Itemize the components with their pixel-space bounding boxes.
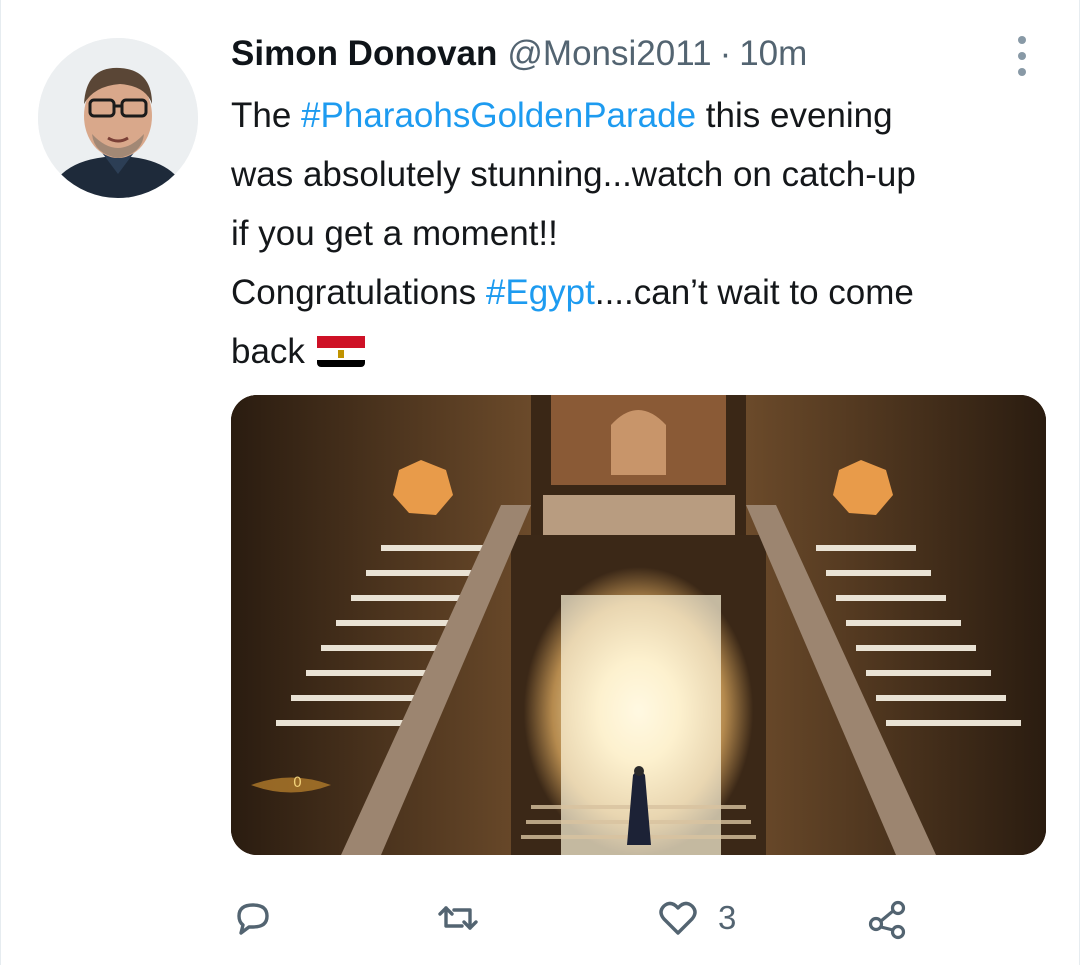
timestamp[interactable]: 10m: [739, 34, 807, 74]
author-name[interactable]: Simon Donovan: [231, 34, 497, 74]
author-handle[interactable]: @Monsi2011: [507, 34, 711, 74]
tweet-card[interactable]: Simon Donovan @Monsi2011 · 10m The #Phar…: [0, 0, 1080, 965]
speech-bubble-icon: [237, 903, 269, 935]
tweet-text-line: Congratulations #Egypt....can’t wait to …: [231, 263, 1041, 322]
like-button[interactable]: 3: [656, 890, 736, 946]
egypt-flag-icon: [316, 331, 365, 367]
tweet-text-line: back: [231, 322, 1041, 381]
heart-icon: [659, 901, 697, 935]
reply-button[interactable]: [231, 890, 293, 946]
share-nodes-icon: [868, 900, 906, 940]
avatar-image: [38, 38, 198, 198]
retweet-arrows-icon: [438, 906, 478, 930]
tweet-actions-bar: 3: [231, 890, 1041, 946]
tweet-text-line: if you get a moment!!: [231, 214, 558, 253]
tweet-header: Simon Donovan @Monsi2011 · 10m: [231, 34, 807, 78]
separator-dot: ·: [719, 34, 732, 73]
text-segment: this evening: [696, 96, 893, 135]
tweet-text-line: was absolutely stunning...watch on catch…: [231, 155, 916, 194]
tweet-media-image[interactable]: 0: [231, 395, 1046, 855]
tweet-text-line: The #PharaohsGoldenParade this evening: [231, 86, 1041, 145]
avatar[interactable]: [38, 38, 198, 198]
like-count: 3: [718, 899, 737, 936]
text-segment: Congratulations: [231, 273, 486, 312]
retweet-button[interactable]: [436, 890, 498, 946]
hashtag-egypt[interactable]: #Egypt: [486, 273, 595, 312]
text-segment: ....can’t wait to come: [594, 273, 914, 312]
hashtag-pharaohs-golden-parade[interactable]: #PharaohsGoldenParade: [301, 96, 696, 135]
text-segment: The: [231, 96, 302, 135]
tweet-text: The #PharaohsGoldenParade this evening w…: [231, 86, 1041, 381]
text-segment: back: [231, 332, 305, 371]
vertical-ellipsis-icon[interactable]: [1009, 36, 1035, 76]
media-overlay-text: 0: [293, 775, 302, 791]
share-button[interactable]: [866, 890, 928, 946]
staircase-photo: [231, 395, 1046, 855]
